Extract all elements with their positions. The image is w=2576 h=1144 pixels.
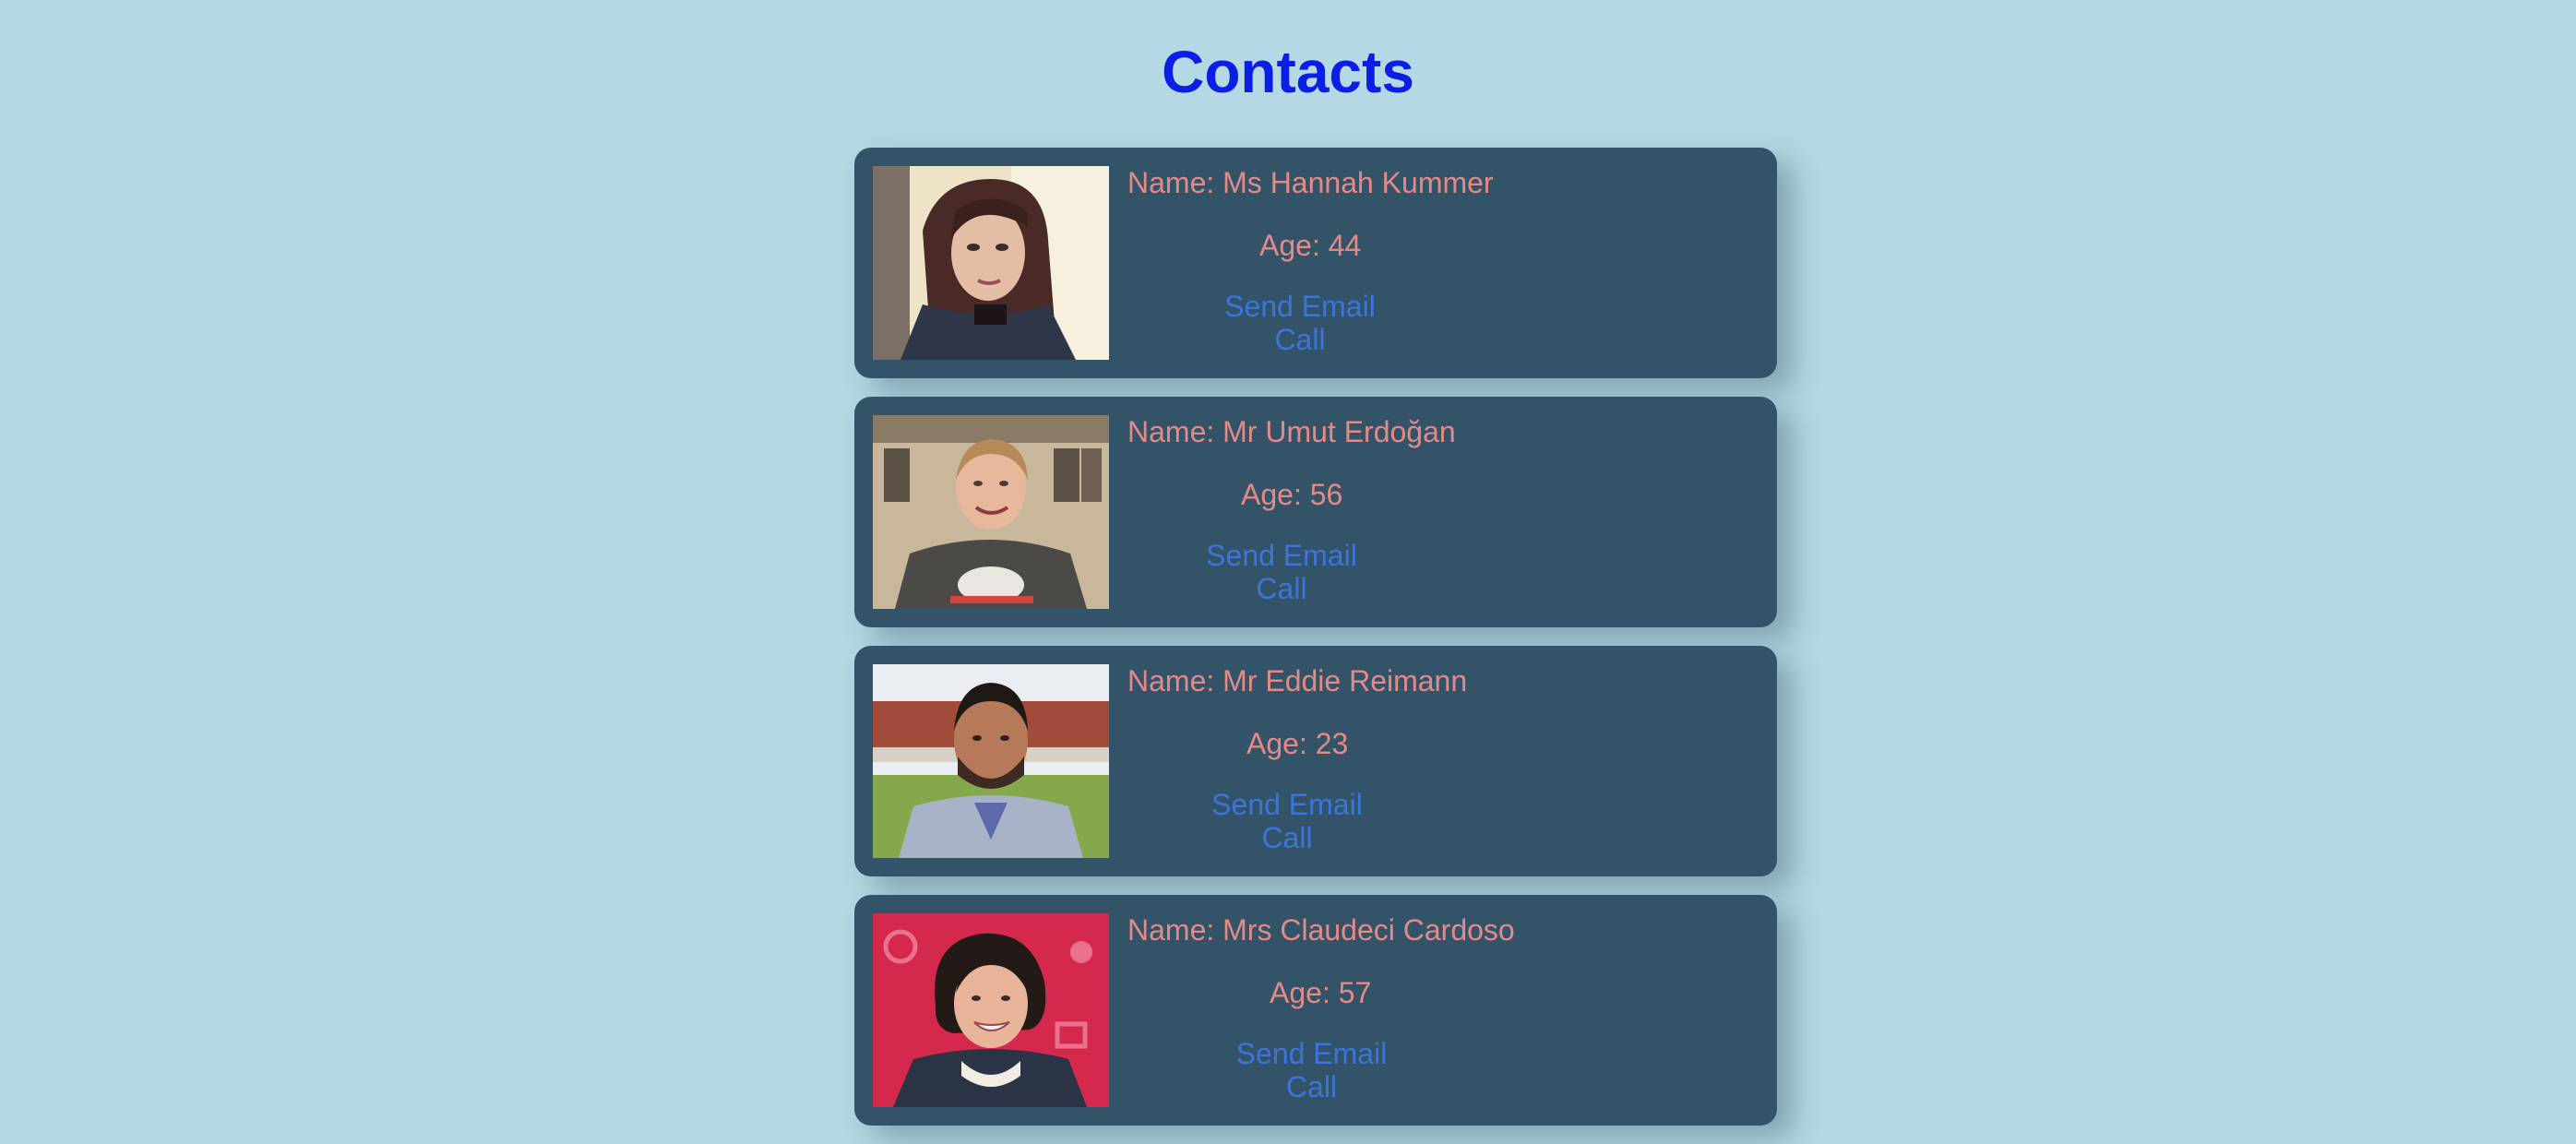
contact-age: Age: 23 (1246, 727, 1349, 760)
contact-name: Name: Mr Eddie Reimann (1127, 664, 1468, 697)
contact-card: Name: Mr Umut Erdoğan Age: 56 Send Email… (854, 397, 1777, 627)
call-link[interactable]: Call (1127, 1070, 1496, 1103)
send-email-link[interactable]: Send Email (1127, 539, 1436, 572)
avatar (873, 166, 1109, 360)
page-title: Contacts (1162, 39, 1414, 105)
send-email-link[interactable]: Send Email (1127, 1037, 1496, 1070)
avatar (873, 664, 1109, 858)
contact-card: Name: Mrs Claudeci Cardoso Age: 57 Send … (854, 895, 1777, 1126)
contact-card: Name: Ms Hannah Kummer Age: 44 Send Emai… (854, 148, 1777, 378)
contact-card: Name: Mr Eddie Reimann Age: 23 Send Emai… (854, 646, 1777, 876)
contact-name: Name: Ms Hannah Kummer (1127, 166, 1494, 199)
contact-age: Age: 44 (1259, 229, 1362, 262)
contact-list: Name: Ms Hannah Kummer Age: 44 Send Emai… (854, 148, 1777, 1144)
contact-name: Name: Mrs Claudeci Cardoso (1127, 913, 1515, 947)
send-email-link[interactable]: Send Email (1127, 290, 1473, 323)
contact-age: Age: 57 (1270, 976, 1372, 1009)
call-link[interactable]: Call (1127, 821, 1447, 854)
contact-age: Age: 56 (1241, 478, 1343, 511)
avatar (873, 913, 1109, 1107)
avatar (873, 415, 1109, 609)
call-link[interactable]: Call (1127, 323, 1473, 356)
send-email-link[interactable]: Send Email (1127, 788, 1447, 821)
call-link[interactable]: Call (1127, 572, 1436, 605)
contact-name: Name: Mr Umut Erdoğan (1127, 415, 1456, 448)
